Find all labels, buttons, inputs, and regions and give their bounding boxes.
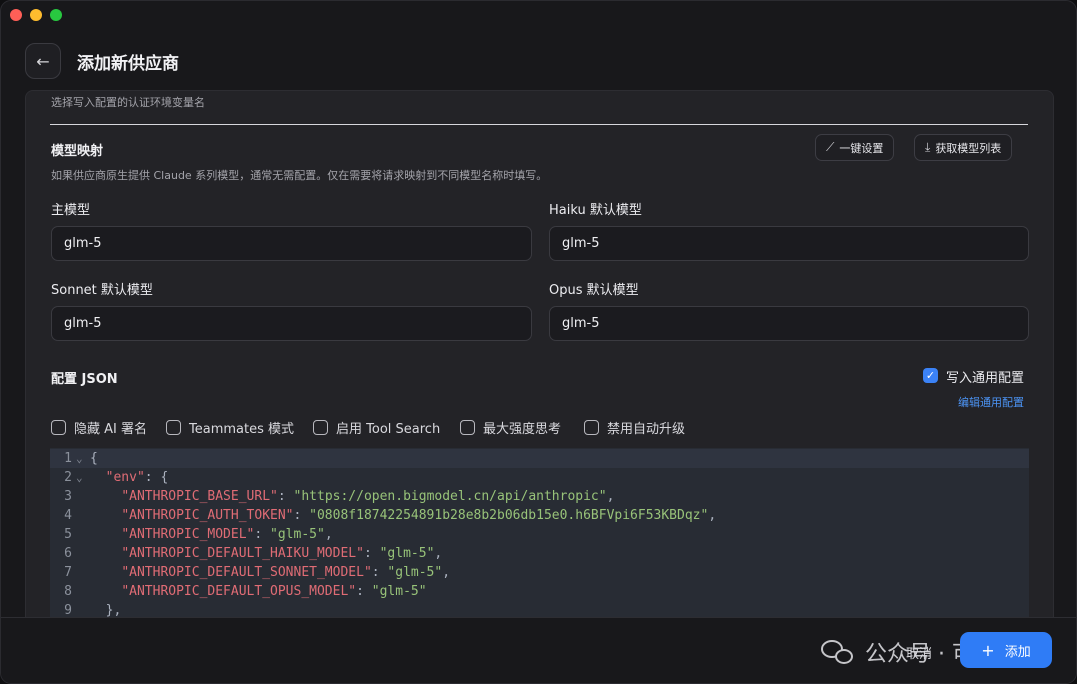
code-line[interactable]: 3 "ANTHROPIC_BASE_URL": "https://open.bi… (50, 487, 1029, 506)
chevron-down-icon[interactable]: ⌄ (72, 471, 90, 484)
config-json-title: 配置 JSON (51, 372, 118, 387)
code-line[interactable]: 8 "ANTHROPIC_DEFAULT_OPUS_MODEL": "glm-5… (50, 582, 1029, 601)
sonnet-model-value: glm-5 (64, 316, 102, 331)
code-text: { (90, 451, 98, 466)
option-label: 最大强度思考 (483, 422, 562, 437)
opus-model-input[interactable]: glm-5 (549, 306, 1029, 341)
main-model-value: glm-5 (64, 236, 102, 251)
app-window: ← 添加新供应商 选择写入配置的认证环境变量名 模型映射 如果供应商原生提供 C… (0, 0, 1077, 684)
code-text: "ANTHROPIC_DEFAULT_OPUS_MODEL": "glm-5" (121, 584, 427, 599)
main-model-label: 主模型 (51, 203, 91, 218)
option-hide-ai-signature[interactable]: 隐藏 AI 署名 (51, 418, 147, 437)
option-label: 隐藏 AI 署名 (74, 422, 147, 437)
fetch-models-label: 获取模型列表 (935, 141, 1002, 155)
code-line[interactable]: 6 "ANTHROPIC_DEFAULT_HAIKU_MODEL": "glm-… (50, 544, 1029, 563)
option-label: Teammates 模式 (189, 422, 294, 437)
code-text: "ANTHROPIC_AUTH_TOKEN": "0808f1874225489… (121, 508, 717, 523)
line-number: 1 (64, 451, 72, 466)
code-line[interactable]: 2 ⌄ "env": { (50, 468, 1029, 487)
close-window-button[interactable] (10, 9, 22, 21)
sonnet-model-label: Sonnet 默认模型 (51, 283, 153, 298)
code-text: "ANTHROPIC_BASE_URL": "https://open.bigm… (121, 489, 615, 504)
option-teammates-mode[interactable]: Teammates 模式 (166, 418, 294, 437)
code-text: }, (105, 603, 122, 618)
checkbox[interactable] (313, 420, 328, 435)
option-disable-auto-upgrade[interactable]: 禁用自动升级 (584, 418, 685, 437)
opus-model-value: glm-5 (562, 316, 600, 331)
plus-icon: + (981, 640, 995, 660)
checkbox[interactable] (166, 420, 181, 435)
option-max-thinking[interactable]: 最大强度思考 (460, 418, 561, 437)
line-number: 2 (64, 470, 72, 485)
magic-wand-icon: ⟋ (826, 140, 835, 154)
chevron-down-icon[interactable]: ⌄ (72, 452, 90, 465)
haiku-model-label: Haiku 默认模型 (549, 203, 642, 218)
arrow-left-icon: ← (36, 51, 50, 71)
dialog-footer: 公众号 · 可可耐特 取消 + 添加 (1, 617, 1076, 683)
line-number: 6 (64, 546, 72, 561)
page-header: ← 添加新供应商 (25, 43, 1052, 79)
quick-setup-button[interactable]: ⟋ 一键设置 (815, 134, 895, 161)
sonnet-model-input[interactable]: glm-5 (51, 306, 532, 341)
back-button[interactable]: ← (25, 43, 61, 79)
code-text: "ANTHROPIC_DEFAULT_SONNET_MODEL": "glm-5… (121, 565, 451, 580)
add-button[interactable]: + 添加 (960, 632, 1052, 668)
provider-form-panel[interactable]: 选择写入配置的认证环境变量名 模型映射 如果供应商原生提供 Claude 系列模… (25, 90, 1054, 619)
json-code-editor[interactable]: 1 ⌄{2 ⌄ "env": {3 "ANTHROPIC_BASE_URL": "h… (50, 448, 1029, 619)
opus-model-label: Opus 默认模型 (549, 283, 639, 298)
page-title: 添加新供应商 (77, 53, 179, 74)
line-number: 7 (64, 565, 72, 580)
auth-env-hint: 选择写入配置的认证环境变量名 (51, 96, 205, 109)
line-number: 3 (64, 489, 72, 504)
checkbox[interactable] (51, 420, 66, 435)
checkbox[interactable] (460, 420, 475, 435)
code-line[interactable]: 1 ⌄{ (50, 449, 1029, 468)
code-line[interactable]: 7 "ANTHROPIC_DEFAULT_SONNET_MODEL": "glm… (50, 563, 1029, 582)
line-number: 5 (64, 527, 72, 542)
model-mapping-title: 模型映射 (51, 144, 104, 159)
haiku-model-input[interactable]: glm-5 (549, 226, 1029, 261)
line-number: 8 (64, 584, 72, 599)
model-mapping-description: 如果供应商原生提供 Claude 系列模型，通常无需配置。仅在需要将请求映射到不… (51, 169, 548, 182)
checkbox[interactable] (584, 420, 599, 435)
quick-setup-label: 一键设置 (839, 141, 884, 155)
write-common-config-checkbox[interactable]: ✓ (923, 368, 938, 383)
main-model-input[interactable]: glm-5 (51, 226, 532, 261)
line-number: 9 (64, 603, 72, 618)
fetch-models-button[interactable]: ⤓ 获取模型列表 (914, 134, 1013, 161)
code-line[interactable]: 4 "ANTHROPIC_AUTH_TOKEN": "0808f18742254… (50, 506, 1029, 525)
haiku-model-value: glm-5 (562, 236, 600, 251)
code-text: "env": { (105, 470, 169, 485)
section-divider (50, 124, 1028, 125)
option-tool-search[interactable]: 启用 Tool Search (313, 418, 440, 437)
wechat-icon (821, 638, 855, 666)
code-line[interactable]: 5 "ANTHROPIC_MODEL": "glm-5", (50, 525, 1029, 544)
cancel-button[interactable]: 取消 (906, 643, 932, 662)
option-label: 禁用自动升级 (607, 422, 686, 437)
download-icon: ⤓ (925, 140, 931, 154)
add-label: 添加 (1004, 644, 1031, 660)
option-label: 启用 Tool Search (336, 422, 441, 437)
write-common-config-label[interactable]: 写入通用配置 (946, 367, 1024, 386)
line-number: 4 (64, 508, 72, 523)
code-text: "ANTHROPIC_MODEL": "glm-5", (121, 527, 333, 542)
maximize-window-button[interactable] (50, 9, 62, 21)
code-text: "ANTHROPIC_DEFAULT_HAIKU_MODEL": "glm-5"… (121, 546, 443, 561)
minimize-window-button[interactable] (30, 9, 42, 21)
edit-common-config-link[interactable]: 编辑通用配置 (958, 394, 1024, 410)
checkmark-icon: ✓ (925, 369, 936, 382)
window-controls (10, 9, 62, 21)
